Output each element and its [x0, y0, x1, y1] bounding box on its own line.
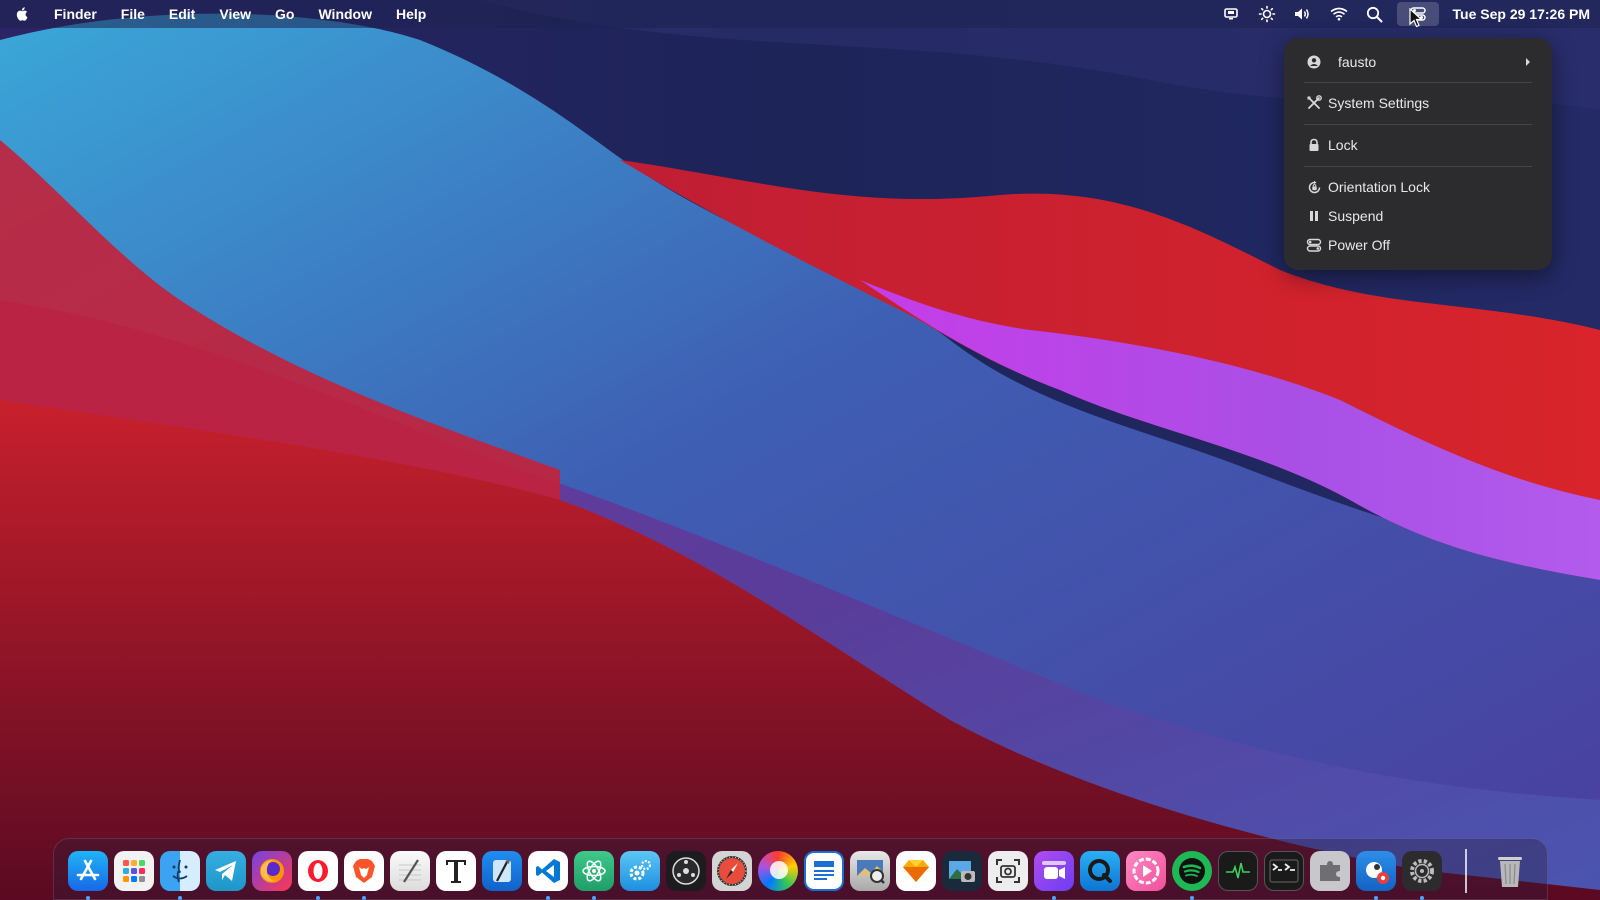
running-indicator-app-store: [86, 896, 90, 900]
photo-app-icon[interactable]: [942, 851, 982, 891]
system-preferences-icon[interactable]: [1402, 851, 1442, 891]
menu-finder[interactable]: Finder: [42, 0, 109, 28]
tools-icon: [1304, 95, 1324, 111]
pause-icon: [1304, 208, 1324, 224]
gimp-icon[interactable]: [1356, 851, 1396, 891]
screenshot-icon[interactable]: [988, 851, 1028, 891]
system-settings-label: System Settings: [1328, 95, 1430, 111]
terminal-icon[interactable]: [1264, 851, 1304, 891]
wifi-icon[interactable]: [1321, 0, 1357, 28]
power-off-item[interactable]: Power Off: [1304, 232, 1532, 258]
image-viewer-icon[interactable]: [850, 851, 890, 891]
search-icon[interactable]: [1357, 0, 1393, 28]
quicktime-icon[interactable]: [1080, 851, 1120, 891]
menu-separator: [1304, 124, 1532, 125]
document-viewer-icon[interactable]: [804, 851, 844, 891]
menu-help[interactable]: Help: [384, 0, 438, 28]
menubar-clock[interactable]: Tue Sep 29 17:26 PM: [1443, 6, 1590, 22]
vscode-icon[interactable]: [528, 851, 568, 891]
top-menu-bar: Finder File Edit View Go Window Help Tue…: [0, 0, 1600, 28]
activity-monitor-icon[interactable]: [1218, 851, 1258, 891]
disk-utility-icon[interactable]: [666, 851, 706, 891]
running-indicator-opera: [316, 896, 320, 900]
menu-edit[interactable]: Edit: [157, 0, 207, 28]
telegram-icon[interactable]: [206, 851, 246, 891]
running-indicator-system-preferences: [1420, 896, 1424, 900]
menu-go[interactable]: Go: [263, 0, 306, 28]
apple-logo-icon[interactable]: [0, 0, 42, 28]
lock-item[interactable]: Lock: [1304, 132, 1532, 158]
running-indicator-brave: [362, 896, 366, 900]
mouse-cursor-icon: [1409, 7, 1424, 33]
system-menu-popover: fausto System Settings Lock Orientation …: [1284, 38, 1552, 270]
sketch-icon[interactable]: [896, 851, 936, 891]
running-indicator-finder: [178, 896, 182, 900]
running-indicator-video-recorder: [1052, 896, 1056, 900]
user-name-label: fausto: [1338, 54, 1377, 70]
dock: [53, 838, 1548, 900]
finder-icon[interactable]: [160, 851, 200, 891]
orientation-lock-item[interactable]: Orientation Lock: [1304, 174, 1532, 200]
text-editor-icon[interactable]: [390, 851, 430, 891]
suspend-label: Suspend: [1328, 208, 1384, 224]
volume-icon[interactable]: [1285, 0, 1321, 28]
atom-icon[interactable]: [574, 851, 614, 891]
running-indicator-atom: [592, 896, 596, 900]
typora-icon[interactable]: [436, 851, 476, 891]
menu-file[interactable]: File: [109, 0, 157, 28]
video-recorder-icon[interactable]: [1034, 851, 1074, 891]
media-player-icon[interactable]: [1126, 851, 1166, 891]
spotify-icon[interactable]: [1172, 851, 1212, 891]
trash-icon[interactable]: [1490, 851, 1530, 891]
screencast-icon[interactable]: [1213, 0, 1249, 28]
app-store-icon[interactable]: [68, 851, 108, 891]
power-off-label: Power Off: [1328, 237, 1390, 253]
firefox-icon[interactable]: [252, 851, 292, 891]
lock-icon: [1304, 137, 1324, 153]
menu-separator: [1304, 82, 1532, 83]
menu-separator: [1304, 166, 1532, 167]
running-indicator-gimp: [1374, 896, 1378, 900]
launchpad-icon[interactable]: [114, 851, 154, 891]
rotation-lock-icon: [1304, 179, 1324, 195]
running-indicator-spotify: [1190, 896, 1194, 900]
preferences-icon[interactable]: [620, 851, 660, 891]
menu-view[interactable]: View: [207, 0, 263, 28]
lock-label: Lock: [1328, 137, 1358, 153]
chevron-right-icon: [1524, 54, 1532, 70]
menu-window[interactable]: Window: [306, 0, 384, 28]
brave-icon[interactable]: [344, 851, 384, 891]
plugin-manager-icon[interactable]: [1310, 851, 1350, 891]
xcode-icon[interactable]: [482, 851, 522, 891]
opera-icon[interactable]: [298, 851, 338, 891]
brightness-icon[interactable]: [1249, 0, 1285, 28]
system-settings-item[interactable]: System Settings: [1304, 90, 1532, 116]
user-account-row[interactable]: fausto: [1304, 48, 1532, 76]
color-picker-icon[interactable]: [758, 851, 798, 891]
suspend-item[interactable]: Suspend: [1304, 203, 1532, 229]
browser-compass-icon[interactable]: [712, 851, 752, 891]
power-icon: [1304, 237, 1324, 253]
running-indicator-vscode: [546, 896, 550, 900]
user-icon: [1304, 54, 1324, 70]
orientation-lock-label: Orientation Lock: [1328, 179, 1430, 195]
dock-divider: [1465, 849, 1467, 893]
